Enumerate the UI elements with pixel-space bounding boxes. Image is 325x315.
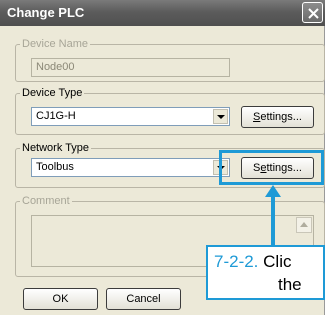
device-name-legend: Device Name	[22, 38, 89, 50]
scroll-up-icon	[300, 222, 308, 227]
close-icon	[308, 8, 319, 19]
chevron-down-icon	[217, 115, 225, 119]
device-type-legend: Device Type	[22, 87, 83, 99]
device-type-select[interactable]: CJ1G-H	[31, 107, 230, 126]
network-type-value: Toolbus	[36, 161, 74, 173]
network-type-select[interactable]: Toolbus	[31, 158, 230, 177]
cancel-button[interactable]: Cancel	[106, 288, 181, 310]
settings-label-rest: ettings...	[260, 111, 302, 123]
close-button[interactable]	[302, 2, 323, 23]
device-type-settings-button[interactable]: Settings...	[241, 106, 314, 128]
settings-highlight-box	[219, 150, 324, 185]
callout-step-number: 7-2-2.	[214, 252, 259, 271]
window-title: Change PLC	[7, 5, 85, 20]
callout-connector	[271, 194, 275, 245]
comment-scroll-up-button[interactable]	[296, 217, 312, 233]
arrow-up-icon	[265, 185, 281, 197]
callout-line2-text: the	[278, 275, 302, 294]
device-type-value: CJ1G-H	[36, 110, 76, 122]
instruction-callout: 7-2-2. Clic the	[206, 245, 325, 300]
callout-line1-text: Clic	[263, 252, 292, 271]
device-type-dropdown-button[interactable]	[213, 109, 228, 124]
ok-button[interactable]: OK	[23, 288, 98, 310]
comment-legend: Comment	[22, 195, 70, 207]
title-bar[interactable]: Change PLC	[0, 0, 325, 26]
device-name-field[interactable]: Node00	[31, 58, 230, 77]
callout-line-1: 7-2-2. Clic	[214, 252, 292, 272]
network-type-legend: Network Type	[22, 142, 90, 154]
